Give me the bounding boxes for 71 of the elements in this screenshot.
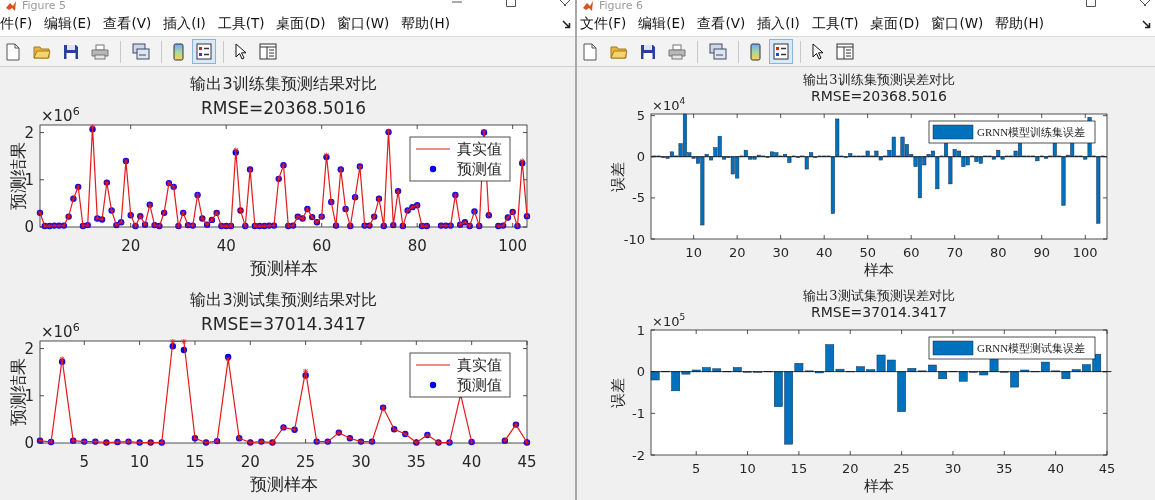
- tick-label: 15: [790, 461, 808, 476]
- tick-label: 5: [79, 453, 90, 471]
- chart-title: 输出3训练集预测结果对比: [190, 74, 377, 93]
- tick-label: 80: [989, 245, 1007, 260]
- tick-label: 45: [517, 453, 537, 471]
- tick-label: 15: [185, 453, 205, 471]
- x-axis-label: 样本: [864, 261, 894, 279]
- tick-label: 35: [406, 453, 426, 471]
- tick-label: 30: [351, 453, 371, 471]
- tick-label: 45: [1098, 461, 1116, 476]
- tick-label: 80: [407, 237, 427, 255]
- axis-multiplier: ×10$^{5}$: [652, 312, 686, 329]
- legend-label: GRNN模型训练集误差: [977, 126, 1086, 138]
- legend-label: 真实值: [457, 356, 502, 374]
- chart-subtitle: RMSE=37014.3417: [811, 304, 947, 320]
- tick-label: 10: [739, 461, 756, 476]
- tick-label: 30: [772, 245, 789, 260]
- tick-label: 20: [240, 453, 260, 471]
- tick-label: 25: [296, 453, 316, 471]
- axis-multiplier: ×10$^{4}$: [652, 96, 686, 113]
- tick-label: 10: [685, 245, 702, 260]
- tick-label: -1: [632, 405, 645, 421]
- legend-label: GRNN模型测试集误差: [977, 342, 1086, 354]
- tick-label: 60: [902, 245, 920, 260]
- window-title: Figure 6: [599, 0, 644, 11]
- tick-label: 0: [24, 218, 34, 237]
- chart-subtitle: RMSE=20368.5016: [811, 88, 947, 104]
- x-axis-label: 预测样本: [249, 474, 318, 494]
- tick-label: 40: [216, 237, 236, 255]
- chart-title: 输出3训练集预测误差对比: [803, 72, 955, 87]
- tick-label: 90: [1033, 245, 1050, 260]
- legend-label: 预测值: [457, 376, 502, 394]
- tick-label: 35: [996, 461, 1013, 476]
- tick-label: 20: [728, 245, 746, 260]
- tick-label: 40: [462, 453, 482, 471]
- chart-title: 输出3测试集预测误差对比: [803, 288, 955, 303]
- tick-label: 100: [1072, 245, 1098, 260]
- tick-label: -10: [623, 231, 645, 247]
- tick-label: 5: [692, 461, 701, 476]
- y-axis-label: 误差: [609, 161, 627, 192]
- chart-subtitle: RMSE=37014.3417: [201, 314, 366, 334]
- tick-label: 20: [121, 237, 141, 255]
- tick-label: 70: [946, 245, 963, 260]
- chart-title: 输出3测试集预测结果对比: [190, 290, 377, 309]
- x-axis-label: 预测样本: [249, 258, 318, 278]
- tick-label: 25: [893, 461, 910, 476]
- tick-label: 0: [636, 364, 645, 380]
- tick-label: 100: [498, 237, 527, 255]
- tick-label: 40: [1047, 461, 1064, 476]
- tick-label: 1: [636, 322, 645, 338]
- tick-label: 10: [130, 453, 150, 471]
- tick-label: 20: [841, 461, 859, 476]
- tick-label: 2: [24, 339, 34, 358]
- legend-label: 真实值: [457, 140, 502, 158]
- tick-label: 2: [24, 123, 34, 142]
- tick-label: 40: [815, 245, 833, 260]
- y-axis-label: 误差: [609, 377, 627, 408]
- chart-subtitle: RMSE=20368.5016: [201, 98, 366, 118]
- axis-multiplier: ×10$^{6}$: [41, 105, 80, 125]
- tick-label: -5: [632, 190, 645, 206]
- axis-multiplier: ×10$^{6}$: [41, 321, 80, 341]
- tick-label: 5: [636, 108, 645, 124]
- legend-label: 预测值: [457, 160, 502, 178]
- window-title: Figure 5: [22, 0, 67, 11]
- tick-label: -2: [632, 447, 645, 463]
- tick-label: 0: [24, 434, 34, 453]
- tick-label: 60: [312, 237, 332, 255]
- tick-label: 0: [636, 149, 645, 165]
- x-axis-label: 样本: [864, 477, 894, 495]
- tick-label: 30: [944, 461, 962, 476]
- tick-label: 50: [859, 245, 876, 260]
